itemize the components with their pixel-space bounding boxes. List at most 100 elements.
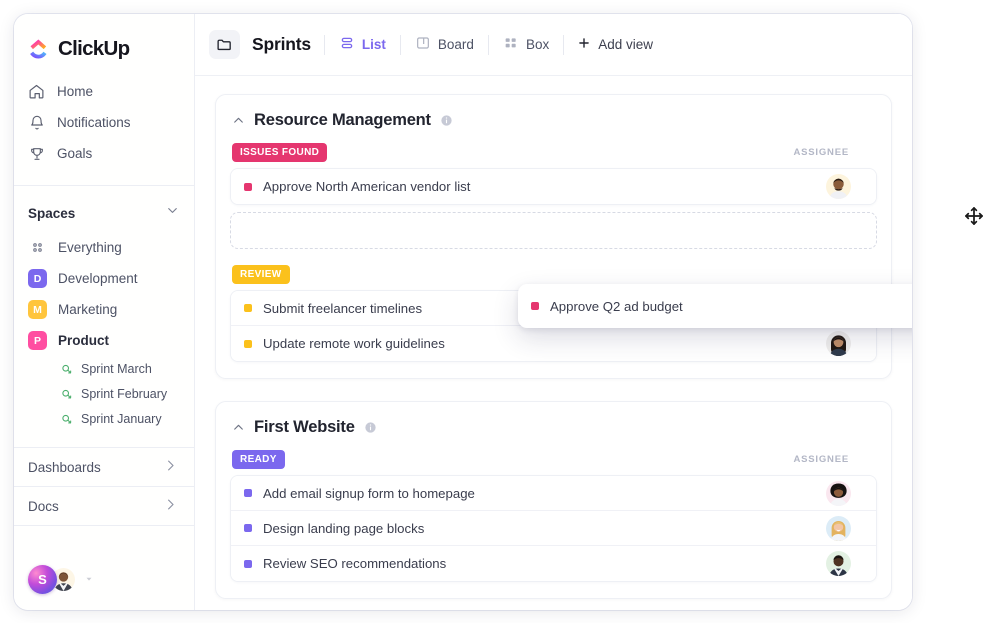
clickup-logo-icon — [28, 38, 50, 60]
chevron-down-icon[interactable] — [165, 203, 180, 223]
status-badge[interactable]: ISSUES FOUND — [232, 143, 328, 162]
status-dot — [244, 524, 252, 532]
main-area: Sprints List Board Box Add view Resource… — [195, 14, 912, 610]
task-name: Design landing page blocks — [263, 520, 425, 536]
sprint-item-february[interactable]: Sprint February — [14, 381, 194, 406]
tab-box[interactable]: Box — [502, 32, 550, 57]
box-view-icon — [503, 35, 519, 54]
nav-item-goals[interactable]: Goals — [14, 138, 194, 169]
tab-board[interactable]: Board — [414, 32, 475, 57]
nav-item-label: Notifications — [57, 115, 131, 130]
grid-dots-icon — [28, 238, 47, 257]
status-badge[interactable]: REVIEW — [232, 265, 290, 284]
caret-up-icon[interactable] — [232, 421, 245, 434]
chevron-right-icon — [163, 497, 178, 515]
task-name: Add email signup form to homepage — [263, 485, 475, 501]
add-view-button[interactable]: Add view — [577, 36, 653, 53]
nav-item-home[interactable]: Home — [14, 76, 194, 107]
chevron-right-icon — [163, 458, 178, 476]
workspace-badge[interactable]: S — [28, 565, 57, 594]
folder-icon[interactable] — [209, 30, 240, 59]
plus-icon — [577, 36, 591, 53]
caret-down-icon[interactable] — [84, 571, 94, 589]
table-row[interactable]: Review SEO recommendations — [231, 546, 876, 581]
user-dock[interactable]: S — [28, 565, 94, 594]
docs-label: Docs — [28, 498, 59, 514]
space-label: Everything — [58, 240, 122, 255]
sprint-label: Sprint March — [81, 361, 152, 376]
info-icon[interactable] — [440, 114, 453, 127]
move-cursor-icon — [963, 205, 985, 227]
caret-up-icon[interactable] — [232, 114, 245, 127]
tab-label: Box — [525, 37, 550, 52]
space-label: Product — [58, 333, 110, 348]
drop-placeholder — [230, 212, 877, 249]
avatar[interactable] — [826, 174, 851, 199]
status-dot — [244, 489, 252, 497]
info-icon[interactable] — [364, 421, 377, 434]
clickup-app-window: ClickUp Home Notifications Goals Spaces … — [14, 14, 912, 610]
status-dot — [244, 339, 252, 348]
primary-nav: Home Notifications Goals — [14, 66, 194, 181]
space-avatar: D — [28, 269, 47, 288]
status-row-review: REVIEW — [232, 265, 875, 284]
space-avatar: P — [28, 331, 47, 350]
space-label: Marketing — [58, 302, 118, 317]
sprint-icon — [60, 362, 73, 375]
status-dot — [531, 302, 539, 310]
board-view-icon — [415, 35, 431, 54]
home-icon — [28, 83, 45, 100]
avatar[interactable] — [826, 331, 851, 356]
screen: ClickUp Home Notifications Goals Spaces … — [0, 0, 1000, 623]
group-resource-management: Resource Management ISSUES FOUND ASSIGNE… — [215, 94, 892, 379]
sprint-label: Sprint January — [81, 411, 162, 426]
toolbar-divider — [399, 34, 401, 55]
group-title: Resource Management — [254, 111, 431, 129]
task-list-ready: Add email signup form to homepage Design… — [230, 475, 877, 582]
sprint-icon — [60, 387, 73, 400]
toolbar: Sprints List Board Box Add view — [195, 14, 912, 76]
assignee-column-header: ASSIGNEE — [793, 454, 849, 465]
status-dot — [244, 559, 252, 568]
sidebar-item-docs[interactable]: Docs — [14, 486, 194, 525]
avatar[interactable] — [826, 515, 851, 541]
space-item-marketing[interactable]: M Marketing — [14, 294, 194, 325]
space-item-everything[interactable]: Everything — [14, 232, 194, 263]
toolbar-divider — [487, 34, 489, 55]
avatar[interactable] — [826, 551, 851, 576]
space-item-development[interactable]: D Development — [14, 263, 194, 294]
avatar[interactable] — [826, 480, 851, 506]
brand-name: ClickUp — [58, 36, 130, 60]
tab-list[interactable]: List — [338, 32, 387, 57]
nav-item-label: Goals — [57, 146, 93, 161]
dashboards-label: Dashboards — [28, 459, 101, 475]
task-name: Update remote work guidelines — [263, 336, 445, 351]
space-item-product[interactable]: P Product — [14, 325, 194, 356]
table-row[interactable]: Add email signup form to homepage — [231, 476, 876, 511]
sprint-item-march[interactable]: Sprint March — [14, 356, 194, 381]
trophy-icon — [28, 145, 45, 162]
toolbar-divider — [323, 34, 325, 55]
nav-item-notifications[interactable]: Notifications — [14, 107, 194, 138]
dragged-task-card[interactable]: Approve Q2 ad budget — [518, 284, 912, 328]
table-row[interactable]: Design landing page blocks — [231, 511, 876, 546]
group-header[interactable]: First Website — [232, 418, 877, 437]
group-header[interactable]: Resource Management — [232, 111, 877, 130]
spaces-header[interactable]: Spaces — [14, 190, 194, 232]
task-name: Approve North American vendor list — [263, 179, 471, 194]
tab-label: Board — [437, 37, 474, 52]
status-dot — [244, 304, 252, 312]
sidebar-item-dashboards[interactable]: Dashboards — [14, 447, 194, 486]
table-row[interactable]: Approve North American vendor list — [231, 169, 876, 204]
task-board: Resource Management ISSUES FOUND ASSIGNE… — [195, 76, 912, 610]
table-row[interactable]: Update remote work guidelines — [231, 326, 876, 361]
sprint-item-january[interactable]: Sprint January — [14, 406, 194, 431]
status-badge[interactable]: READY — [232, 450, 285, 469]
status-row-issues-found: ISSUES FOUND ASSIGNEE — [232, 143, 875, 162]
nav-item-label: Home — [57, 84, 94, 99]
task-list-issues-found: Approve North American vendor list — [230, 168, 877, 205]
dragged-task-name: Approve Q2 ad budget — [550, 298, 683, 314]
toolbar-divider — [563, 34, 565, 55]
brand[interactable]: ClickUp — [14, 14, 194, 66]
sidebar-divider — [14, 185, 194, 186]
